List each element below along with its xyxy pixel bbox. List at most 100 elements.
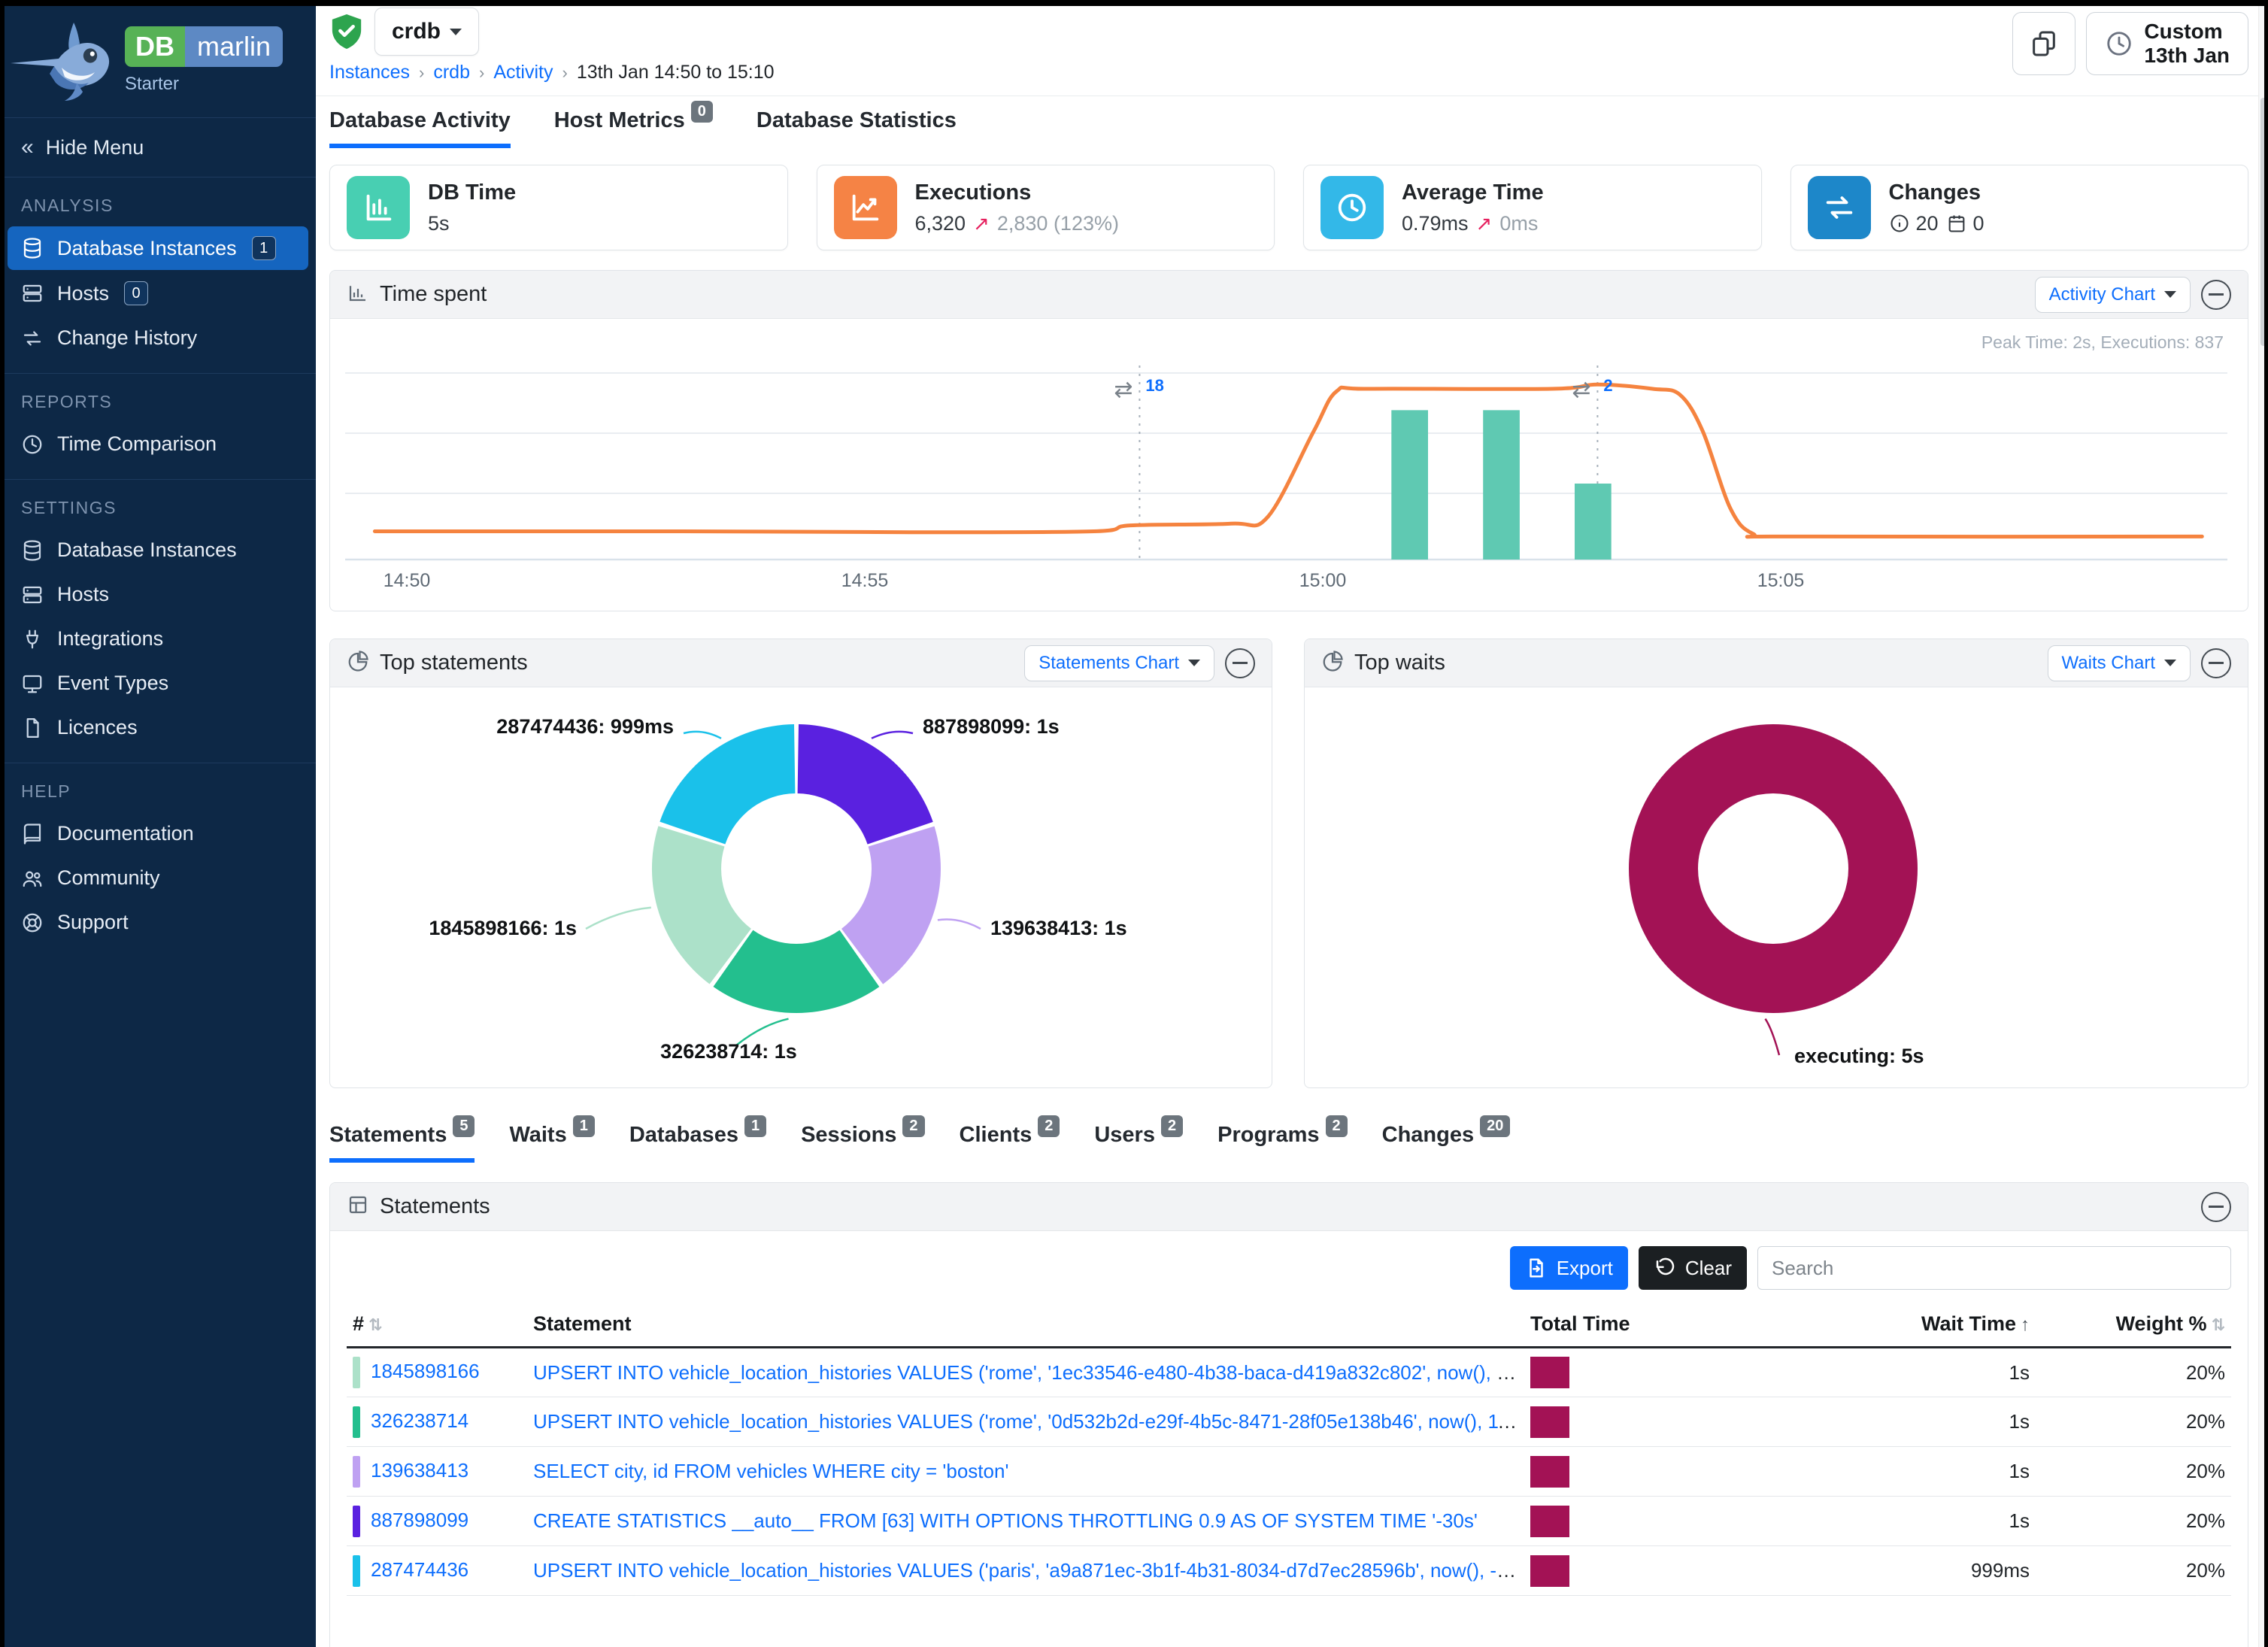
sidebar-item-database-instances[interactable]: Database Instances [8, 529, 308, 572]
tab-label: Waits [509, 1123, 566, 1148]
activity-chart-dropdown[interactable]: Activity Chart [2035, 277, 2191, 313]
top-waits-donut-chart[interactable]: executing: 5s [1305, 687, 2240, 1087]
top-statements-header: Top statements Statements Chart [330, 639, 1272, 687]
tab-count-badge: 20 [1480, 1115, 1510, 1137]
time-range-button[interactable]: Custom 13th Jan [2086, 12, 2248, 75]
brand-marlin-badge: marlin [185, 26, 283, 67]
collapse-chevrons-icon: « [21, 135, 34, 160]
breadcrumb-separator: › [419, 63, 424, 83]
detail-tabs: Statements 5 Waits 1 Databases 1 Session… [329, 1123, 2248, 1163]
sidebar-item-change-history[interactable]: Change History [8, 317, 308, 359]
weight-value: 20% [2036, 1497, 2231, 1546]
tab-users[interactable]: Users 2 [1094, 1123, 1183, 1163]
copy-link-button[interactable] [2012, 12, 2075, 75]
col-header-weight[interactable]: Weight %⇅ [2036, 1302, 2231, 1348]
waits-chart-dropdown[interactable]: Waits Chart [2048, 645, 2191, 681]
sidebar-section-label: REPORTS [0, 392, 316, 412]
tab-count-badge: 1 [744, 1115, 766, 1137]
statement-id-link[interactable]: 139638413 [371, 1458, 468, 1481]
sidebar-item-integrations[interactable]: Integrations [8, 617, 308, 660]
tab-sessions[interactable]: Sessions 2 [801, 1123, 924, 1163]
statement-color-bar [353, 1357, 360, 1388]
breadcrumb-activity-link[interactable]: Activity [493, 62, 553, 83]
panel-title: Top statements [380, 651, 528, 675]
tab-statements[interactable]: Statements 5 [329, 1123, 475, 1163]
support-icon [21, 911, 44, 934]
sidebar-item-label: Documentation [57, 822, 194, 845]
collapse-panel-button[interactable] [2201, 1192, 2231, 1222]
col-header-wait-time[interactable]: Wait Time↑ [1795, 1302, 2036, 1348]
collapse-panel-button[interactable] [2201, 648, 2231, 678]
kpi-title: DB Time [428, 180, 516, 205]
tab-programs[interactable]: Programs 2 [1217, 1123, 1348, 1163]
sidebar-item-hosts[interactable]: Hosts 0 [8, 271, 308, 315]
tab-waits[interactable]: Waits 1 [509, 1123, 594, 1163]
top-statements-donut-chart[interactable]: 887898099: 1s139638413: 1s326238714: 1s1… [330, 687, 1272, 1087]
col-header-total-time[interactable]: Total Time [1524, 1302, 1795, 1348]
sidebar-item-licences[interactable]: Licences [8, 706, 308, 749]
clear-button[interactable]: Clear [1639, 1246, 1747, 1290]
tab-label: Statements [329, 1123, 447, 1148]
statement-id-link[interactable]: 887898099 [371, 1508, 468, 1530]
col-header-id[interactable]: #⇅ [347, 1302, 527, 1348]
statement-id-link[interactable]: 287474436 [371, 1558, 468, 1580]
activity-chart[interactable]: ⇄18⇄214:5014:5515:0015:05 [330, 319, 2242, 611]
clock-icon [21, 433, 44, 456]
statement-id-link[interactable]: 326238714 [371, 1409, 468, 1431]
sidebar-nav: ANALYSIS Database Instances 1 Hosts 0 Ch… [0, 177, 316, 957]
main-tabs: Database Activity Host Metrics 0 Databas… [316, 96, 2268, 148]
statement-text-link[interactable]: UPSERT INTO vehicle_location_histories V… [533, 1410, 1524, 1433]
sidebar-item-hosts[interactable]: Hosts [8, 573, 308, 616]
breadcrumb-instances-link[interactable]: Instances [329, 62, 410, 83]
sidebar-item-database-instances[interactable]: Database Instances 1 [8, 226, 308, 270]
breadcrumb-instance-link[interactable]: crdb [433, 62, 470, 83]
sidebar-section-label: SETTINGS [0, 498, 316, 518]
kpi-delta: 2,830 (123%) [997, 212, 1119, 235]
collapse-panel-button[interactable] [2201, 280, 2231, 310]
tab-databases[interactable]: Databases 1 [629, 1123, 766, 1163]
sidebar-item-label: Event Types [57, 672, 168, 695]
book-icon [21, 823, 44, 845]
tab-count-badge: 2 [1326, 1115, 1348, 1137]
col-header-statement[interactable]: Statement [527, 1302, 1524, 1348]
sidebar-item-documentation[interactable]: Documentation [8, 812, 308, 855]
top-statements-chart-body: 887898099: 1s139638413: 1s326238714: 1s1… [330, 687, 1272, 1087]
tab-host-metrics[interactable]: Host Metrics 0 [554, 108, 713, 148]
statements-chart-dropdown[interactable]: Statements Chart [1024, 645, 1214, 681]
statement-text-link[interactable]: UPSERT INTO vehicle_location_histories V… [533, 1559, 1524, 1582]
top-waits-chart-body: executing: 5s [1305, 687, 2248, 1087]
table-header-row: #⇅ Statement Total Time Wait Time↑ Weigh… [347, 1302, 2231, 1348]
statement-text-link[interactable]: CREATE STATISTICS __auto__ FROM [63] WIT… [533, 1509, 1478, 1532]
marlin-fish-icon [8, 14, 122, 107]
tab-count-badge: 2 [1038, 1115, 1060, 1137]
statement-id-link[interactable]: 1845898166 [371, 1360, 480, 1382]
tab-changes[interactable]: Changes 20 [1382, 1123, 1511, 1163]
search-input[interactable] [1757, 1246, 2231, 1290]
top-bar: crdb Instances › crdb › Activity › 13th … [316, 0, 2268, 96]
svg-text:14:50: 14:50 [384, 570, 431, 591]
copy-icon [2029, 29, 2059, 59]
tab-database-statistics[interactable]: Database Statistics [757, 108, 957, 148]
statement-text-link[interactable]: UPSERT INTO vehicle_location_histories V… [533, 1361, 1524, 1384]
sidebar-item-label: Licences [57, 716, 138, 739]
export-button[interactable]: Export [1510, 1246, 1628, 1290]
breadcrumb: Instances › crdb › Activity › 13th Jan 1… [329, 62, 775, 83]
collapse-panel-button[interactable] [1225, 648, 1255, 678]
instance-selector-button[interactable]: crdb [374, 8, 479, 56]
sidebar-item-support[interactable]: Support [8, 901, 308, 944]
tab-database-activity[interactable]: Database Activity [329, 108, 511, 148]
time-spent-panel: Time spent Activity Chart Peak Time: 2s,… [329, 270, 2248, 611]
window-edge [0, 0, 2268, 6]
sidebar-item-label: Community [57, 866, 160, 890]
hide-menu-button[interactable]: « Hide Menu [0, 117, 316, 177]
statement-color-bar [353, 1506, 360, 1537]
clock-icon [2105, 29, 2133, 58]
brand-db-badge: DB [125, 26, 185, 67]
sidebar-item-community[interactable]: Community [8, 857, 308, 899]
sidebar: DB marlin Starter « Hide Menu ANALYSIS D… [0, 0, 316, 1647]
wait-time-value: 1s [1795, 1497, 2036, 1546]
sidebar-item-event-types[interactable]: Event Types [8, 662, 308, 705]
statement-text-link[interactable]: SELECT city, id FROM vehicles WHERE city… [533, 1460, 1008, 1482]
tab-clients[interactable]: Clients 2 [960, 1123, 1060, 1163]
sidebar-item-time-comparison[interactable]: Time Comparison [8, 423, 308, 466]
